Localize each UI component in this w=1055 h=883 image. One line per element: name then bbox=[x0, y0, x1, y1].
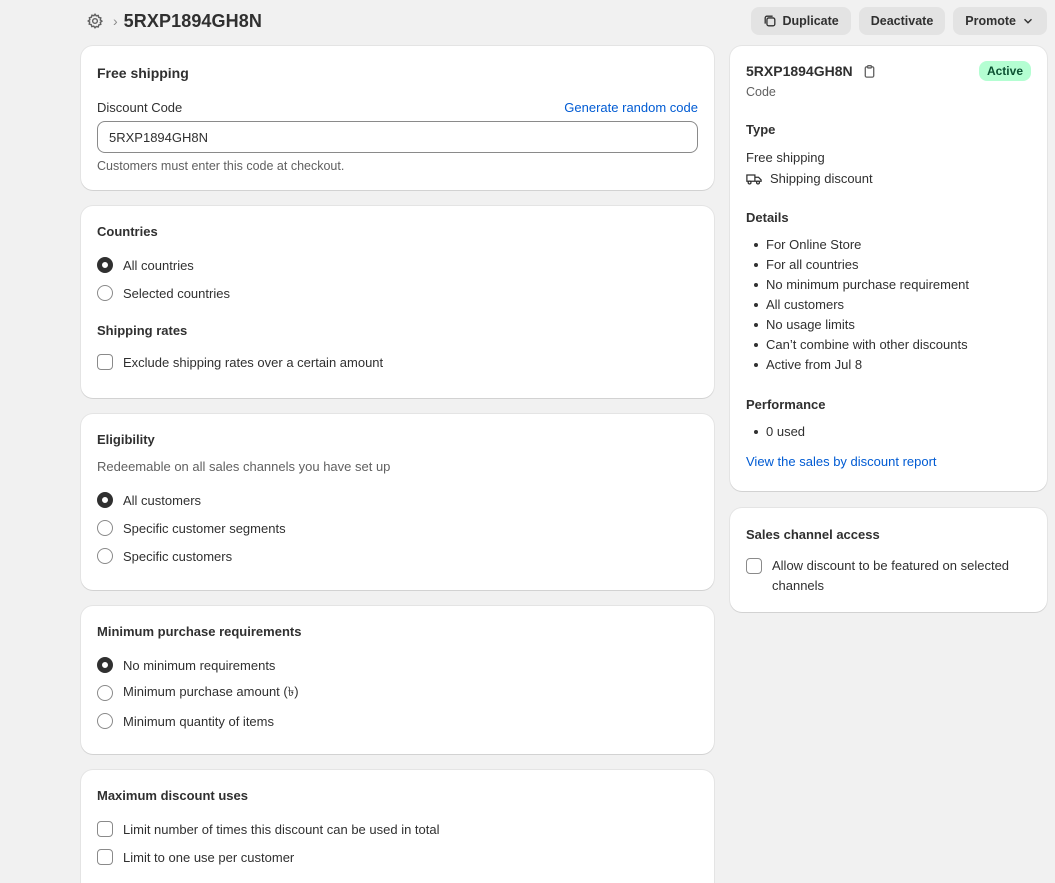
chevron-down-icon bbox=[1024, 18, 1032, 24]
type-title: Type bbox=[746, 122, 776, 137]
discount-method-title: Free shipping bbox=[97, 65, 189, 81]
maximum-uses-title: Maximum discount uses bbox=[97, 788, 248, 803]
summary-card: 5RXP1894GH8N Active Code Type Free shipp… bbox=[730, 46, 1047, 491]
sales-report-link[interactable]: View the sales by discount report bbox=[746, 454, 1031, 469]
radio-label: Specific customer segments bbox=[123, 520, 286, 536]
radio-label: All customers bbox=[123, 492, 202, 508]
discount-code-help: Customers must enter this code at checko… bbox=[97, 159, 345, 173]
radio-button[interactable] bbox=[97, 492, 113, 508]
checkbox[interactable] bbox=[746, 558, 762, 574]
countries-title: Countries bbox=[97, 224, 158, 239]
checkbox[interactable] bbox=[97, 354, 113, 370]
limit-one-per-customer-option[interactable]: Limit to one use per customer bbox=[97, 847, 698, 867]
chevron-right-icon: › bbox=[113, 13, 118, 29]
radio-label: Specific customers bbox=[123, 548, 233, 564]
detail-item: For Online Store bbox=[746, 235, 1031, 255]
type-detail: Shipping discount bbox=[770, 171, 873, 186]
duplicate-label: Duplicate bbox=[782, 14, 839, 28]
page-header: › 5RXP1894GH8N Duplicate Deactivate Prom… bbox=[81, 6, 1047, 36]
detail-item: All customers bbox=[746, 295, 1031, 315]
discount-code-label: Discount Code bbox=[97, 100, 183, 115]
performance-title: Performance bbox=[746, 397, 826, 412]
radio-label: Selected countries bbox=[123, 285, 230, 301]
detail-item: For all countries bbox=[746, 255, 1031, 275]
radio-customer-segments[interactable]: Specific customer segments bbox=[97, 518, 698, 538]
limit-total-uses-option[interactable]: Limit number of times this discount can … bbox=[97, 819, 698, 839]
radio-button[interactable] bbox=[97, 685, 113, 701]
summary-code: 5RXP1894GH8N bbox=[746, 63, 853, 79]
header-actions: Duplicate Deactivate Promote bbox=[751, 7, 1047, 35]
promote-label: Promote bbox=[965, 14, 1016, 28]
checkbox[interactable] bbox=[97, 821, 113, 837]
radio-button[interactable] bbox=[97, 657, 113, 673]
sales-channel-card: Sales channel access Allow discount to b… bbox=[730, 508, 1047, 612]
checkbox-label: Limit to one use per customer bbox=[123, 849, 295, 865]
radio-no-minimum[interactable]: No minimum requirements bbox=[97, 655, 698, 675]
minimum-requirements-title: Minimum purchase requirements bbox=[97, 624, 302, 639]
details-title: Details bbox=[746, 210, 789, 225]
copy-icon[interactable] bbox=[862, 64, 877, 79]
radio-label: No minimum requirements bbox=[123, 657, 276, 673]
maximum-uses-card: Maximum discount uses Limit number of ti… bbox=[81, 770, 714, 883]
checkbox-label: Allow discount to be featured on selecte… bbox=[772, 558, 1010, 593]
radio-selected-countries[interactable]: Selected countries bbox=[97, 283, 698, 303]
detail-item: No usage limits bbox=[746, 315, 1031, 335]
radio-minimum-quantity[interactable]: Minimum quantity of items bbox=[97, 711, 698, 731]
deactivate-button[interactable]: Deactivate bbox=[858, 7, 946, 35]
generate-random-code-link[interactable]: Generate random code bbox=[564, 100, 698, 115]
exclude-rates-option[interactable]: Exclude shipping rates over a certain am… bbox=[97, 352, 698, 372]
radio-button[interactable] bbox=[97, 520, 113, 536]
radio-specific-customers[interactable]: Specific customers bbox=[97, 546, 698, 566]
checkbox-label: Exclude shipping rates over a certain am… bbox=[123, 354, 384, 370]
featured-channels-option[interactable]: Allow discount to be featured on selecte… bbox=[746, 556, 1031, 596]
detail-item: No minimum purchase requirement bbox=[746, 275, 1031, 295]
detail-item: Can’t combine with other discounts bbox=[746, 335, 1031, 355]
promote-button[interactable]: Promote bbox=[953, 7, 1047, 35]
discount-code-card: Free shipping Discount Code Generate ran… bbox=[81, 46, 714, 190]
checkbox[interactable] bbox=[97, 849, 113, 865]
detail-item: Active from Jul 8 bbox=[746, 355, 1031, 375]
radio-label: All countries bbox=[123, 257, 194, 273]
radio-label: Minimum purchase amount (৳) bbox=[123, 683, 299, 699]
countries-card: Countries All countries Selected countri… bbox=[81, 206, 714, 398]
checkbox-label: Limit number of times this discount can … bbox=[123, 821, 440, 837]
radio-all-countries[interactable]: All countries bbox=[97, 255, 698, 275]
eligibility-title: Eligibility bbox=[97, 432, 155, 447]
discount-code-input[interactable] bbox=[97, 121, 698, 153]
status-badge: Active bbox=[978, 61, 1031, 81]
radio-label: Minimum quantity of items bbox=[123, 713, 274, 729]
discount-settings-icon[interactable] bbox=[85, 11, 105, 31]
radio-all-customers[interactable]: All customers bbox=[97, 490, 698, 510]
eligibility-card: Eligibility Redeemable on all sales chan… bbox=[81, 414, 714, 590]
minimum-requirements-card: Minimum purchase requirements No minimum… bbox=[81, 606, 714, 754]
performance-list: 0 used bbox=[746, 422, 1031, 442]
radio-button[interactable] bbox=[97, 548, 113, 564]
performance-item: 0 used bbox=[746, 422, 1031, 442]
code-caption: Code bbox=[746, 85, 776, 99]
truck-icon bbox=[746, 172, 762, 186]
duplicate-icon bbox=[765, 15, 776, 27]
radio-minimum-amount[interactable]: Minimum purchase amount (৳) bbox=[97, 683, 698, 703]
page-title: 5RXP1894GH8N bbox=[123, 10, 262, 31]
type-value: Free shipping bbox=[746, 150, 825, 165]
shipping-rates-title: Shipping rates bbox=[97, 323, 188, 338]
details-list: For Online Store For all countries No mi… bbox=[746, 235, 1031, 375]
radio-button[interactable] bbox=[97, 257, 113, 273]
radio-button[interactable] bbox=[97, 285, 113, 301]
duplicate-button[interactable]: Duplicate bbox=[751, 7, 851, 35]
sales-channel-title: Sales channel access bbox=[746, 527, 880, 542]
radio-button[interactable] bbox=[97, 713, 113, 729]
eligibility-subtitle: Redeemable on all sales channels you hav… bbox=[97, 459, 391, 474]
